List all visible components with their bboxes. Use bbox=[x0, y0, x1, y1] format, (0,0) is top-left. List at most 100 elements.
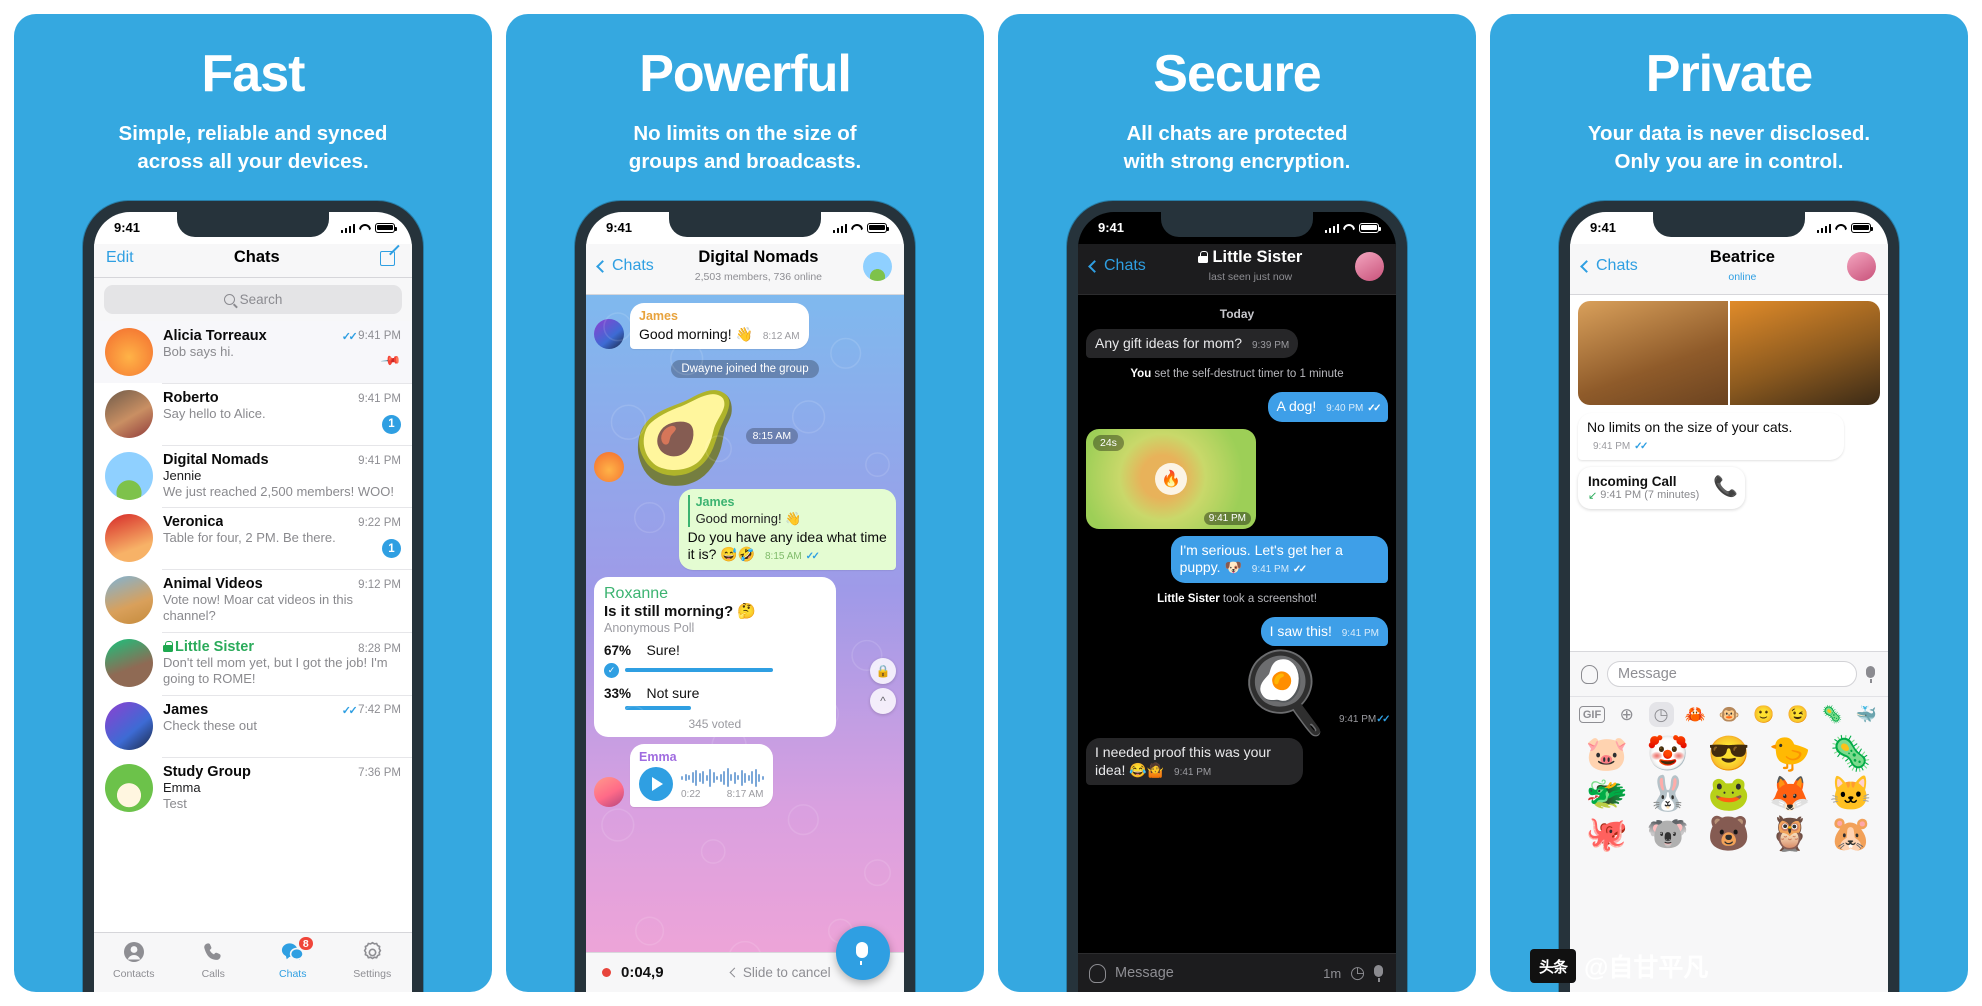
gif-icon[interactable]: GIF bbox=[1579, 706, 1605, 724]
search-input[interactable]: Search bbox=[104, 284, 402, 314]
chat-name: Animal Videos bbox=[163, 576, 263, 593]
panel-fast: Fast Simple, reliable and synced across … bbox=[14, 14, 492, 992]
chat-title: Little Sister bbox=[1212, 247, 1303, 266]
chat-timestamp: 9:41 PM bbox=[358, 392, 401, 405]
sticker-item[interactable]: 🐹 bbox=[1822, 816, 1880, 853]
edit-button[interactable]: Edit bbox=[106, 249, 134, 267]
chat-avatar[interactable] bbox=[1847, 251, 1876, 281]
sticker-item[interactable]: 🤡 bbox=[1639, 736, 1697, 773]
chat-name: Little Sister bbox=[163, 639, 254, 655]
chat-name: Digital Nomads bbox=[163, 451, 269, 468]
paperclip-icon[interactable] bbox=[1581, 664, 1598, 684]
message-incoming-call[interactable]: Incoming Call ↙ 9:41 PM (7 minutes) 📞 bbox=[1578, 466, 1880, 509]
sticker-item[interactable]: 🐙 bbox=[1578, 816, 1636, 853]
sticker-pack-1[interactable]: 🦀 bbox=[1683, 702, 1708, 727]
sticker-item[interactable]: 🐸 bbox=[1700, 776, 1758, 813]
sticker-item[interactable]: 😎 bbox=[1700, 736, 1758, 773]
chat-row-content: Digital Nomads 9:41 PM Jennie We just re… bbox=[163, 452, 401, 501]
slide-to-cancel[interactable]: Slide to cancel bbox=[729, 965, 831, 980]
chat-row-james[interactable]: James ✓✓ 7:42 PM Check these out bbox=[94, 694, 412, 757]
message-poll[interactable]: Roxanne Is it still morning? 🤔 Anonymous… bbox=[594, 576, 896, 737]
tab-label: Calls bbox=[201, 968, 225, 980]
phone-icon[interactable]: 📞 bbox=[1713, 477, 1738, 499]
chat-row-digital-nomads[interactable]: Digital Nomads 9:41 PM Jennie We just re… bbox=[94, 444, 412, 508]
message-selfdestruct-photo[interactable]: 24s 🔥 9:41 PM bbox=[1086, 428, 1388, 529]
message-area[interactable]: Today Any gift ideas for mom? 9:39 PM Yo… bbox=[1078, 294, 1396, 953]
chat-row-veronica[interactable]: Veronica 9:22 PM Table for four, 2 PM. B… bbox=[94, 507, 412, 569]
nav-center: Little Sister last seen just now bbox=[1146, 248, 1355, 285]
paperclip-icon[interactable] bbox=[1089, 963, 1106, 983]
chat-row-animal-videos[interactable]: Animal Videos 9:12 PM Vote now! Moar cat… bbox=[94, 569, 412, 632]
chevron-left-icon bbox=[596, 259, 609, 273]
message-input[interactable]: Message bbox=[1607, 661, 1857, 688]
shocked-egg-sticker: 🍳 bbox=[1235, 648, 1333, 737]
waveform bbox=[681, 767, 764, 789]
message-area[interactable]: 9:41 PM No limits on the size of your ca… bbox=[1570, 294, 1888, 652]
self-destruct-timer-label[interactable]: 1m bbox=[1323, 966, 1341, 981]
sticker-item[interactable]: 🦊 bbox=[1761, 776, 1819, 813]
sticker-item[interactable]: 🐰 bbox=[1639, 776, 1697, 813]
sticker-item[interactable]: 🐱 bbox=[1822, 776, 1880, 813]
chat-list[interactable]: Alicia Torreaux ✓✓ 9:41 PM Bob says hi. … bbox=[94, 320, 412, 932]
chat-row-alicia[interactable]: Alicia Torreaux ✓✓ 9:41 PM Bob says hi. … bbox=[94, 320, 412, 383]
panel-title: Secure bbox=[1153, 45, 1321, 103]
sticker-item[interactable]: 🦠 bbox=[1822, 736, 1880, 773]
signal-icon bbox=[1816, 223, 1831, 233]
panel-subtitle: Your data is never disclosed. Only you a… bbox=[1588, 120, 1870, 177]
poll-option-sure[interactable]: 67% Sure! ✓ bbox=[604, 642, 826, 678]
tab-bar: Contacts Calls 8 Chats Settings bbox=[94, 932, 412, 992]
chat-row-little-sister[interactable]: Little Sister 8:28 PM Don't tell mom yet… bbox=[94, 631, 412, 695]
back-button[interactable]: Chats bbox=[1580, 257, 1638, 275]
sticker-pack-2[interactable]: 🐵 bbox=[1717, 702, 1742, 727]
chat-title: Beatrice bbox=[1709, 247, 1775, 266]
panel-subtitle: Simple, reliable and synced across all y… bbox=[119, 120, 388, 177]
mute-icon[interactable]: 🔒 bbox=[870, 657, 896, 684]
chat-row-study-group[interactable]: Study Group 7:36 PM Emma Test bbox=[94, 756, 412, 820]
back-button[interactable]: Chats bbox=[1088, 257, 1146, 275]
record-mic-button[interactable] bbox=[836, 926, 890, 980]
sticker-item[interactable]: 🐻 bbox=[1700, 816, 1758, 853]
sticker-item[interactable]: 🐷 bbox=[1578, 736, 1636, 773]
chat-avatar[interactable] bbox=[1355, 251, 1384, 281]
sticker-item[interactable]: 🐤 bbox=[1761, 736, 1819, 773]
chat-title-wrap: Little Sister bbox=[1146, 248, 1355, 267]
play-button[interactable] bbox=[639, 766, 673, 801]
tab-chats[interactable]: 8 Chats bbox=[253, 935, 333, 980]
media-album[interactable]: 9:41 PM bbox=[1578, 300, 1880, 407]
sticker-pack-3[interactable]: 😉 bbox=[1786, 702, 1811, 727]
back-button[interactable]: Chats bbox=[596, 257, 654, 275]
clock-icon[interactable]: ◷ bbox=[1350, 963, 1365, 983]
tab-calls[interactable]: Calls bbox=[174, 939, 254, 980]
chat-subtitle: 2,503 members, 736 online bbox=[694, 270, 823, 283]
chat-avatar[interactable] bbox=[863, 251, 892, 281]
message-bubble: Any gift ideas for mom? 9:39 PM bbox=[1086, 328, 1299, 359]
clock-icon[interactable]: ◷ bbox=[1648, 702, 1674, 728]
compose-icon[interactable] bbox=[380, 248, 400, 268]
emoji-icon[interactable]: 🙂 bbox=[1751, 702, 1776, 727]
message-text: I saw this! bbox=[1269, 622, 1332, 639]
tab-settings[interactable]: Settings bbox=[333, 939, 413, 980]
sticker-item[interactable]: 🦉 bbox=[1761, 816, 1819, 853]
chat-row-top: Veronica 9:22 PM bbox=[163, 514, 401, 530]
scroll-up-icon[interactable]: ^ bbox=[870, 687, 896, 714]
tab-contacts[interactable]: Contacts bbox=[94, 939, 174, 980]
sticker-pack-5[interactable]: 🐳 bbox=[1854, 702, 1879, 727]
message-area[interactable]: James Good morning! 👋 8:12 AM Dwayne joi… bbox=[586, 294, 904, 952]
mic-icon[interactable] bbox=[1866, 665, 1877, 683]
sticker-item[interactable]: 🐨 bbox=[1639, 816, 1697, 853]
voice-message[interactable]: 0:22 8:17 AM bbox=[639, 766, 764, 802]
sticker-item[interactable]: 🐲 bbox=[1578, 776, 1636, 813]
panel-secure: Secure All chats are protected with stro… bbox=[998, 14, 1476, 992]
battery-icon bbox=[375, 222, 397, 233]
message-input[interactable]: Message bbox=[1115, 965, 1314, 981]
sticker-pack-4[interactable]: 🦠 bbox=[1820, 702, 1845, 727]
poll-option-notsure[interactable]: 33% Not sure bbox=[604, 685, 826, 710]
album-photo-tiger[interactable] bbox=[1730, 300, 1880, 405]
album-photo-cat[interactable] bbox=[1578, 300, 1728, 405]
status-icons bbox=[1816, 222, 1873, 233]
plus-icon[interactable]: ⊕ bbox=[1614, 702, 1639, 727]
chat-row-roberto[interactable]: Roberto 9:41 PM Say hello to Alice. 1 bbox=[94, 382, 412, 445]
mic-icon[interactable] bbox=[1374, 964, 1385, 982]
chat-title: Digital Nomads bbox=[698, 247, 819, 266]
chat-name-label: Little Sister bbox=[175, 638, 254, 655]
